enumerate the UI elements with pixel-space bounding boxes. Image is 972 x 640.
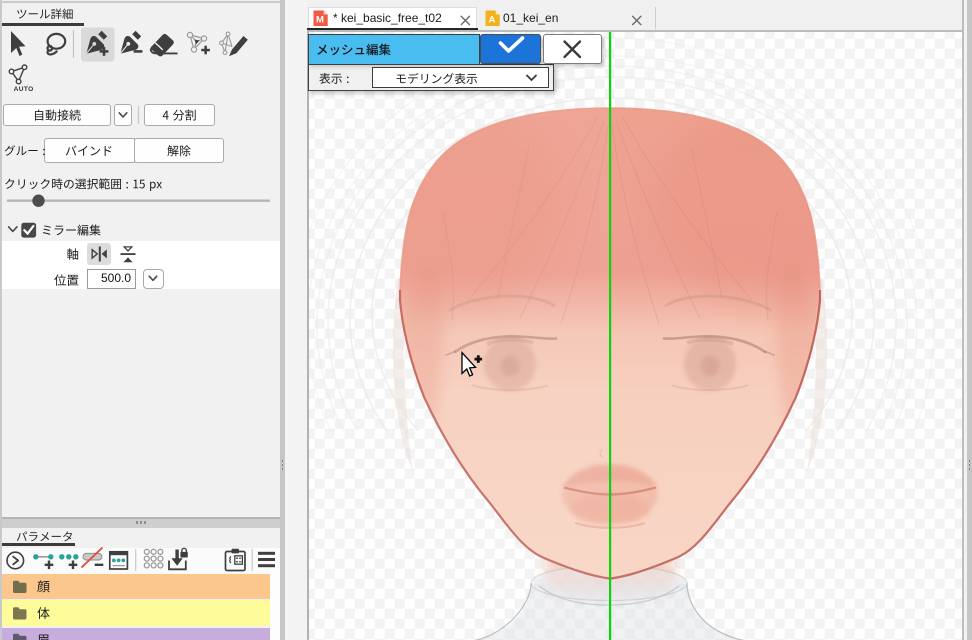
- svg-text:A: A: [489, 15, 496, 26]
- svg-text:M: M: [316, 15, 324, 26]
